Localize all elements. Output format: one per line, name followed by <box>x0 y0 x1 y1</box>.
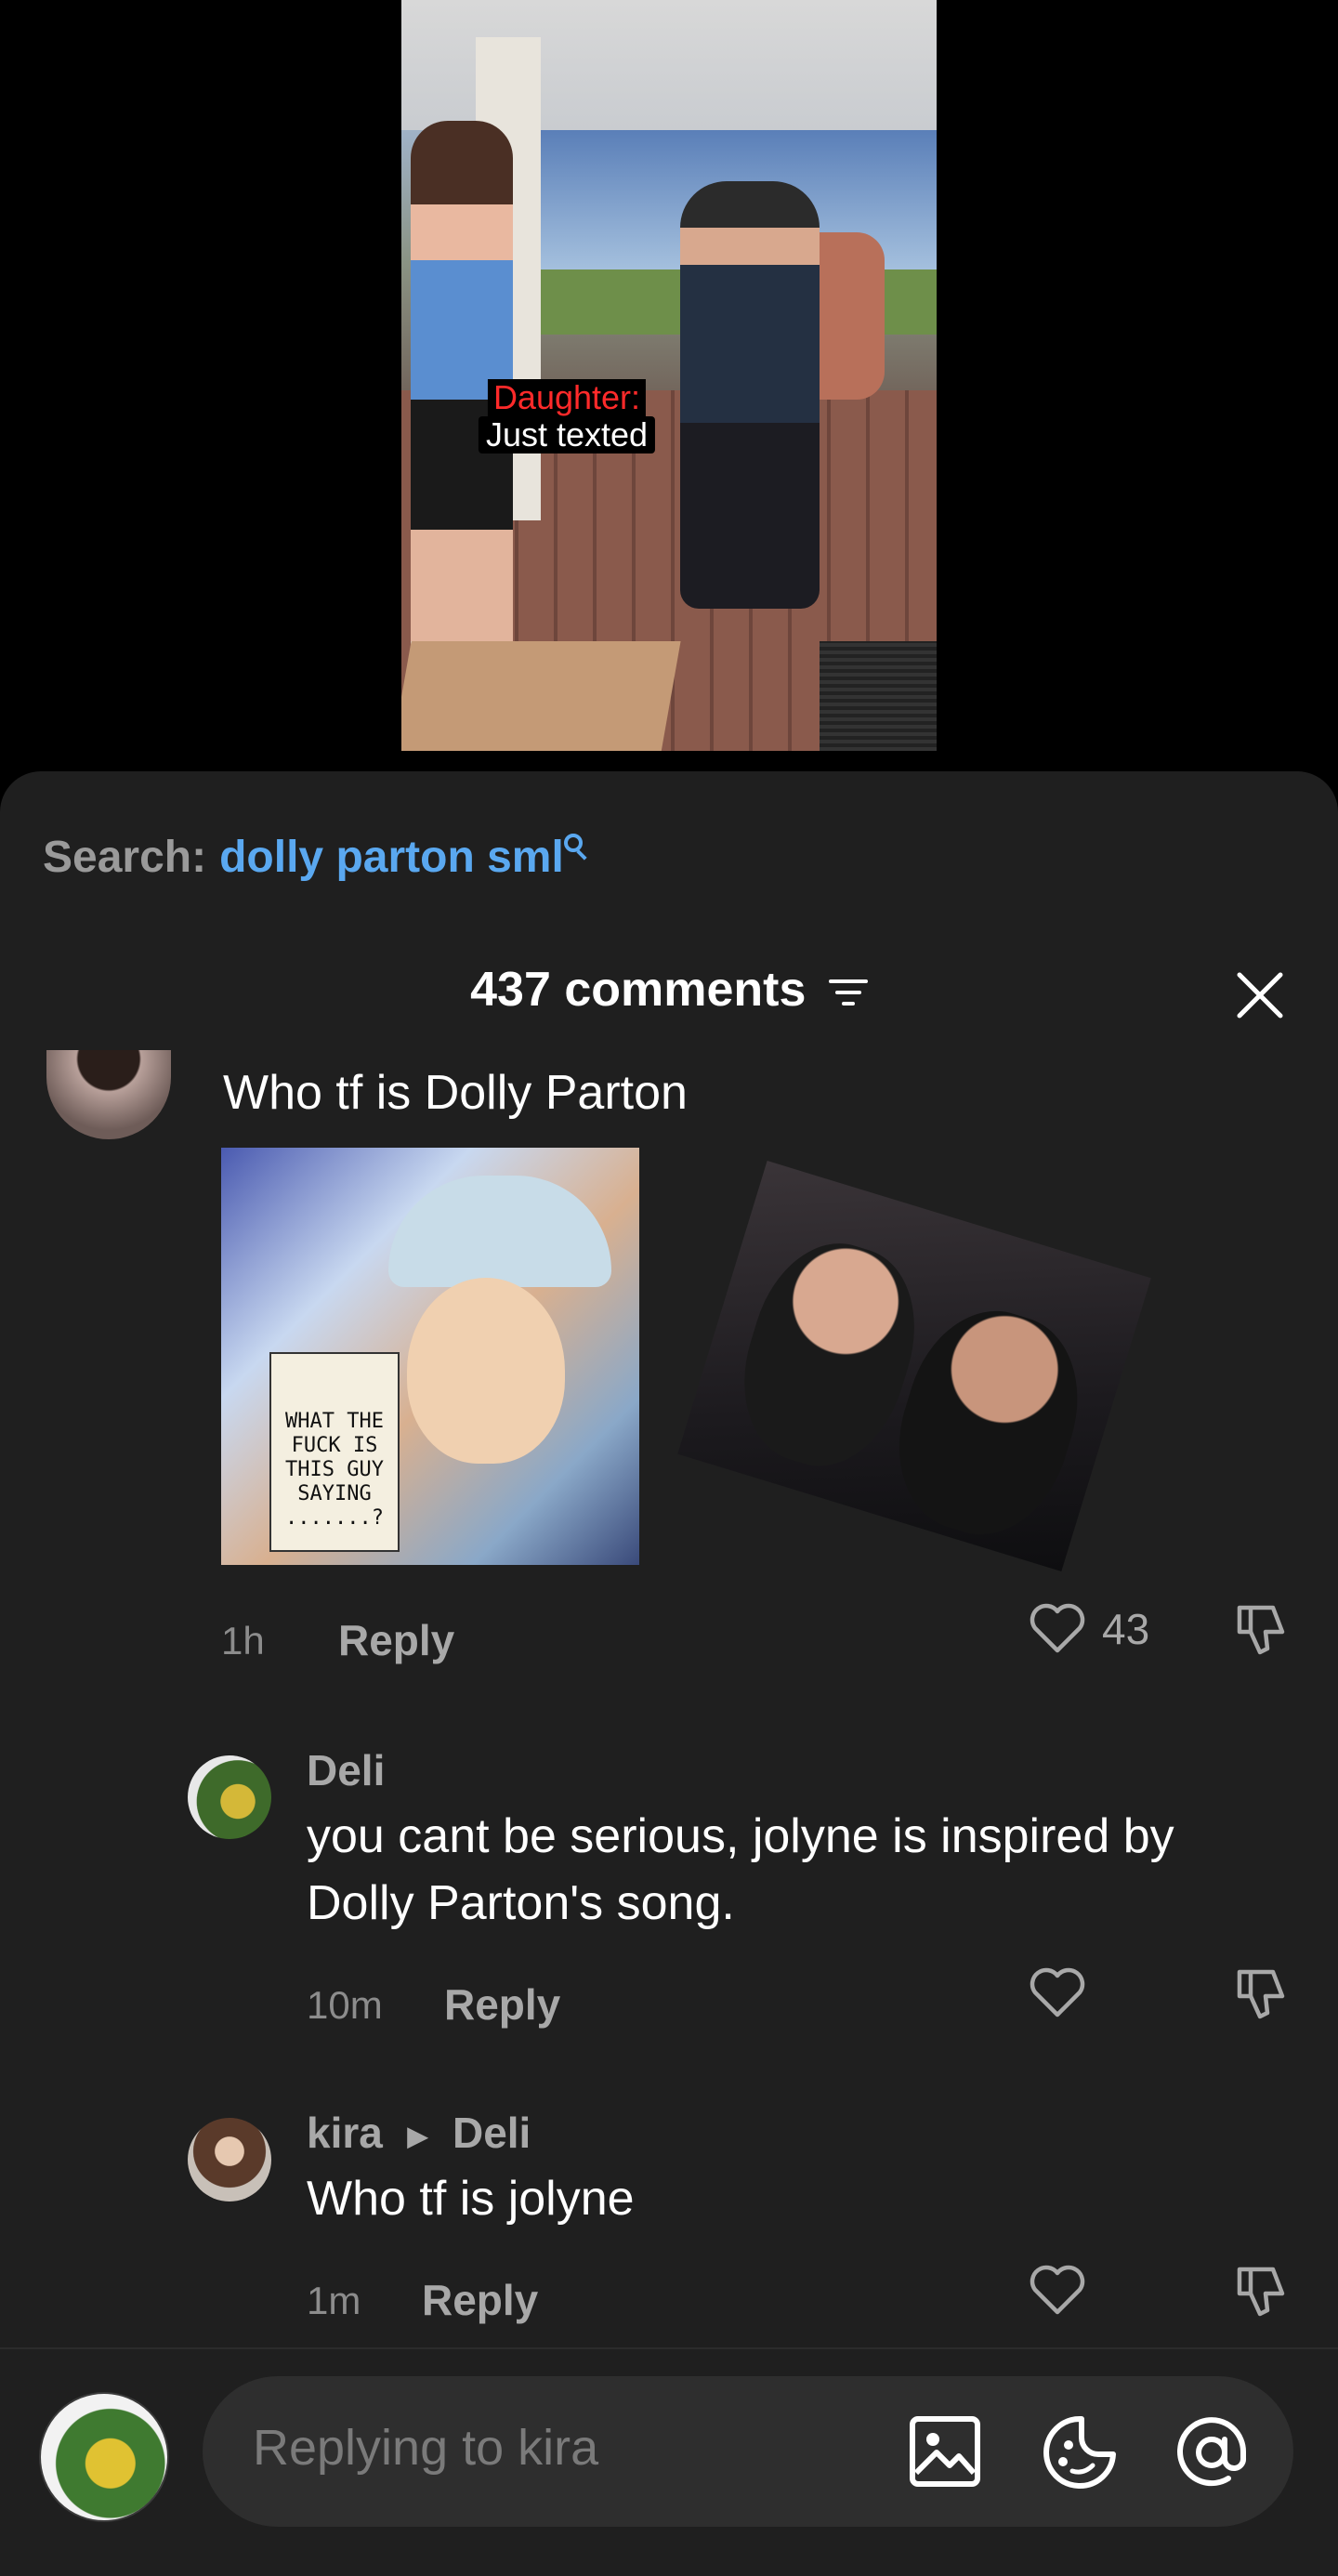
reply-thread-line: kira ▶ Deli <box>307 2108 531 2158</box>
close-icon[interactable] <box>1236 971 1284 1019</box>
comment-time: 10m <box>307 1983 383 2027</box>
comment-input-placeholder: Replying to kira <box>253 2420 599 2476</box>
video-person-right <box>680 181 820 609</box>
reply-button[interactable]: Reply <box>444 1979 560 2030</box>
comment-text: you cant be serious, jolyne is inspired … <box>307 1809 1174 1930</box>
comment-author[interactable]: Deli <box>307 1745 385 1795</box>
reply-button[interactable]: Reply <box>422 2275 538 2325</box>
comment-text: Who tf is jolyne <box>307 2172 635 2226</box>
manga-hat <box>388 1176 611 1287</box>
avatar[interactable] <box>39 2392 169 2522</box>
dislike-icon[interactable] <box>1232 2262 1292 2321</box>
dislike-icon[interactable] <box>1232 1965 1292 2024</box>
sticker-icon[interactable] <box>1041 2413 1119 2491</box>
search-label: Search: <box>43 833 207 882</box>
like-count: 43 <box>1102 1605 1150 1653</box>
reply-to-author[interactable]: Deli <box>453 2109 531 2157</box>
video-caption: Daughter: Just texted <box>478 379 656 453</box>
comment-text: Who tf is Dolly Parton <box>223 1066 688 1120</box>
comments-count: 437 comments <box>470 963 807 1017</box>
comments-header: 437 comments <box>0 962 1338 1018</box>
comment-image-manga[interactable]: WHAT THE FUCK IS THIS GUY SAYING .......… <box>221 1148 639 1565</box>
image-icon[interactable] <box>909 2415 981 2488</box>
video-grate <box>820 641 937 751</box>
avatar[interactable] <box>188 2118 271 2201</box>
comment-input[interactable]: Replying to kira <box>203 2376 1293 2527</box>
comment-time: 1h <box>221 1619 265 1663</box>
manga-caption-box: WHAT THE FUCK IS THIS GUY SAYING .......… <box>269 1352 400 1552</box>
manga-face <box>407 1278 565 1464</box>
comments-sheet <box>0 771 1338 2576</box>
filter-icon[interactable] <box>828 978 868 1007</box>
avatar[interactable] <box>188 1755 271 1839</box>
mention-icon[interactable] <box>1173 2413 1251 2491</box>
caption-line-1: Daughter: <box>487 379 647 416</box>
caption-line-2: Just texted <box>478 416 656 453</box>
video-doormat <box>401 641 681 751</box>
comment-time: 1m <box>307 2279 361 2322</box>
search-query-link[interactable]: dolly parton sml <box>219 833 564 882</box>
dislike-icon[interactable] <box>1232 1600 1292 1660</box>
heart-icon[interactable] <box>1028 1598 1087 1658</box>
composer-divider <box>0 2347 1338 2349</box>
reply-button[interactable]: Reply <box>338 1615 454 1665</box>
search-suggestion[interactable]: Search: dolly parton sml <box>43 832 590 883</box>
heart-icon[interactable] <box>1028 1963 1087 2022</box>
reply-arrow-icon: ▶ <box>407 2122 428 2151</box>
video-player[interactable] <box>401 0 937 751</box>
heart-icon[interactable] <box>1028 2260 1087 2320</box>
comment-author[interactable]: kira <box>307 2109 383 2157</box>
search-icon <box>563 834 590 860</box>
